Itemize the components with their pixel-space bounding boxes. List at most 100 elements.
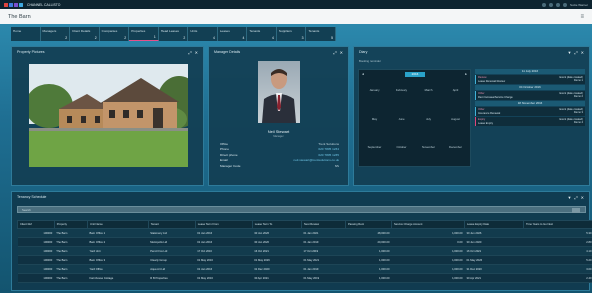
brand-name: CHANNEL CALLISTO [27, 2, 61, 7]
table-row[interactable]: 100000 The Barn Barn Office 1 Stationery Lt… [17, 228, 592, 238]
info-value[interactable]: neil.stewart@trentsolutions.co.uk [294, 158, 339, 163]
tab-head-leases[interactable]: Head Leases 2 [159, 27, 189, 41]
calendar-month[interactable]: April [442, 80, 469, 109]
table-cell: 16 Oct 2021 [252, 246, 302, 256]
diary-event[interactable]: Other Insurance Renewal Event (date create… [475, 107, 585, 116]
calendar-year[interactable]: 2016 [405, 72, 425, 77]
settings-icon[interactable] [548, 2, 553, 7]
tab-home[interactable]: Home [11, 27, 41, 41]
expand-icon[interactable]: ⤢ [574, 195, 577, 200]
calendar-month[interactable]: December [442, 137, 469, 166]
search-icon[interactable] [572, 208, 580, 213]
event-date-header: 11 July 2016 [475, 69, 585, 74]
table-row[interactable]: 100000 The Barn Yard Office Aqua Art Ltd 01 … [17, 264, 592, 274]
column-header[interactable]: Time Years to Go Next [523, 220, 592, 229]
diary-event[interactable]: Review Lease Renewal Review Event (date cr… [475, 75, 585, 84]
table-row[interactable]: 100000 The Barn Yard Unit Pencil Fox Ltd 17 … [17, 246, 592, 256]
search-input[interactable]: Search [17, 206, 586, 213]
app-tile-icon[interactable] [14, 2, 18, 7]
table-cell: 1,000.00 [345, 255, 392, 265]
table-cell: 100000 [17, 246, 55, 256]
table-cell: 17 Oct 2019 [301, 246, 346, 256]
table-cell: 01 May 2019 [301, 273, 346, 283]
diary-events-list: 11 July 2016 Review Lease Renewal Review Ev… [475, 69, 585, 167]
tenancy-table: Client Ref Property Unit Name Tenant Lease T… [17, 220, 592, 283]
user-name[interactable]: Suzie Warner [570, 3, 588, 7]
close-icon[interactable]: ✕ [340, 50, 343, 55]
diary-event[interactable]: Expiry Lease Expiry Event (date created) De… [475, 117, 585, 126]
calendar-month[interactable]: August [442, 109, 469, 138]
close-icon[interactable]: ✕ [195, 50, 198, 55]
calendar-month[interactable]: June [388, 109, 415, 138]
table-cell: R B Properties [148, 273, 196, 283]
table-cell: Farmhouse Cottage [87, 273, 149, 283]
table-cell: Barn Office 3 [87, 255, 149, 265]
table-cell: 01 Jan 2019 [301, 237, 346, 247]
table-cell: 5.30 [523, 228, 592, 238]
close-icon[interactable]: ✕ [581, 50, 584, 55]
next-year-icon[interactable]: ▸ [465, 72, 467, 76]
tab-suppliers[interactable]: Suppliers 3 [277, 27, 307, 41]
tab-companies[interactable]: Companies 2 [100, 27, 130, 41]
table-cell: 30 Apr 2021 [252, 273, 302, 283]
calendar-month[interactable]: March [415, 80, 442, 109]
notifications-icon[interactable] [541, 2, 546, 7]
column-header[interactable]: Service Charge Amount [390, 220, 466, 229]
tab-leases[interactable]: Leases 4 [218, 27, 248, 41]
event-title: Review [478, 76, 487, 79]
calendar-month[interactable]: November [415, 137, 442, 166]
manager-details-panel: Manager Details ⤢ ✕ Neil Stewart Manager… [208, 46, 349, 186]
column-header[interactable]: Passing Rent [345, 220, 392, 229]
calendar-month[interactable]: October [388, 137, 415, 166]
tab-count: 5 [331, 36, 334, 40]
table-cell: Metropolis Ltd [148, 237, 196, 247]
tab-client-details[interactable]: Client Details 2 [70, 27, 100, 41]
table-cell: 30 Jun 2020 [464, 237, 524, 247]
table-cell: 1,000.00 [345, 264, 392, 274]
column-header[interactable]: Next Review [301, 220, 346, 229]
column-header[interactable]: Unit Name [87, 220, 149, 229]
table-row[interactable]: 100000 The Barn Barn Office 3 Clearly Group… [17, 255, 592, 265]
column-header[interactable]: Lease Term From [194, 220, 253, 229]
filter-icon[interactable]: ▼ [567, 195, 571, 200]
column-header[interactable]: Tenant [147, 220, 196, 229]
table-row[interactable]: 100000 The Barn Farmhouse Cottage R B Prope… [17, 273, 592, 283]
info-value: NS [334, 163, 339, 168]
prev-year-icon[interactable]: ◂ [362, 72, 364, 76]
table-row[interactable]: 100000 The Barn Barn Office 2 Metropolis Lt… [17, 237, 592, 247]
calendar-month[interactable]: January [361, 80, 388, 109]
table-cell: 2.80 [523, 237, 592, 247]
calendar-month[interactable]: February [388, 80, 415, 109]
column-header[interactable]: Property [53, 220, 89, 229]
table-cell: The Barn [54, 237, 88, 247]
calendar-month[interactable]: July [415, 109, 442, 138]
table-cell: 01 May 2026 [464, 255, 524, 265]
app-tile-icon[interactable] [19, 2, 23, 7]
tab-count: 2 [65, 36, 68, 40]
app-tile-icon[interactable] [4, 2, 8, 7]
app-tile-icon[interactable] [9, 2, 13, 7]
panel-title: Tenancy Schedule [17, 195, 47, 199]
table-cell: 01 May 2026 [252, 255, 302, 265]
tab-properties[interactable]: Properties 1 [129, 27, 159, 41]
help-icon[interactable] [555, 2, 560, 7]
avatar[interactable] [562, 2, 567, 7]
tab-managers[interactable]: Managers 2 [41, 27, 71, 41]
tab-units[interactable]: Units 4 [188, 27, 218, 41]
expand-icon[interactable]: ⤢ [574, 50, 577, 55]
expand-icon[interactable]: ⤢ [188, 50, 191, 55]
hamburger-icon[interactable]: ≡ [580, 14, 584, 20]
expand-icon[interactable]: ⤢ [333, 50, 336, 55]
table-cell: 1,000.00 [345, 273, 392, 283]
calendar-month[interactable]: September [361, 137, 388, 166]
tab-tenants[interactable]: Tenants 4 [247, 27, 277, 41]
table-cell: 01 May 2016 [195, 273, 253, 283]
diary-event[interactable]: Other Rent Increase/Service Charge Event (… [475, 91, 585, 100]
column-header[interactable]: Client Ref [17, 220, 55, 229]
calendar-month[interactable]: May [361, 109, 388, 138]
close-icon[interactable]: ✕ [581, 195, 584, 200]
tab-tenants[interactable]: Tenants 5 [306, 27, 337, 41]
column-header[interactable]: Lease Term To [251, 220, 303, 229]
filter-icon[interactable]: ▼ [567, 50, 571, 55]
column-header[interactable]: Lease Expiry Date [464, 220, 525, 229]
